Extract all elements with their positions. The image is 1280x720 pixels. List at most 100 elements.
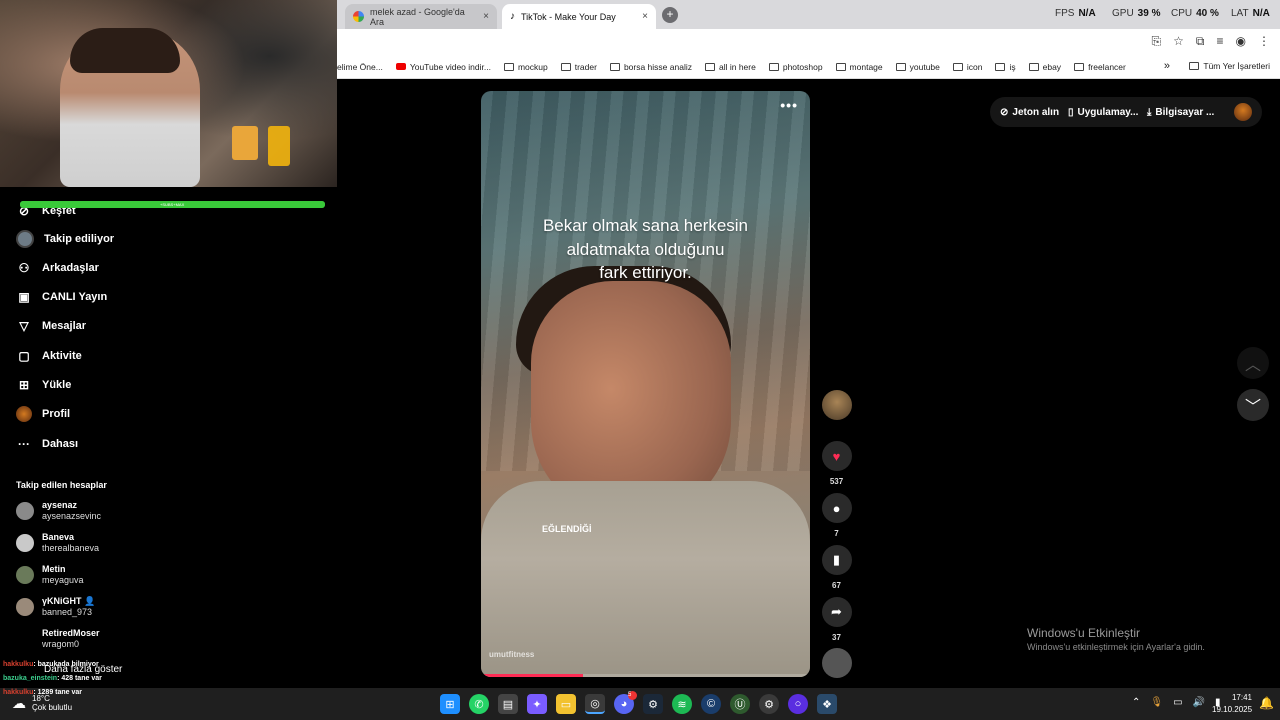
new-tab-button[interactable]: + [662,7,678,23]
bookmark-folder[interactable]: youtube [895,62,940,72]
network-icon[interactable]: ▭ [1173,697,1182,708]
avatar [16,598,34,616]
messages-icon: ▽ [19,319,29,333]
folder-icon [952,62,963,71]
comment-button[interactable]: ● 7 [821,493,852,538]
get-app-button[interactable]: ▯ Uygulamay... [1068,101,1138,123]
video-options-icon[interactable]: ••• [780,97,798,113]
store-icon[interactable]: ▤ [498,694,518,714]
coin-icon: ⊘ [1000,106,1009,118]
followed-account[interactable]: aysenaz aysenazsevinc [16,500,101,522]
bookmark-folder[interactable]: icon [952,62,982,72]
bookmark-folder[interactable]: photoshop [768,62,823,72]
bookmark-folder[interactable]: borsa hisse analiz [609,62,692,72]
next-video-button[interactable]: ﹀ [1237,389,1269,421]
nav-more[interactable]: ··· Dahası [16,436,78,452]
profile-avatar[interactable] [1234,103,1252,121]
followed-account[interactable]: Baneva therealbaneva [16,532,99,554]
bookmark-item[interactable]: elime Öne... [337,62,383,72]
nav-upload[interactable]: ⊞ Yükle [16,377,71,393]
system-clock[interactable]: 17:41 19.10.2025 [1212,692,1252,716]
friends-icon: ⚇ [18,261,30,275]
tab-google-search[interactable]: melek azad - Google'da Ara × [345,4,497,29]
tiktok-icon: ♪ [510,11,515,22]
media-control-icon[interactable]: ≡ [1217,34,1224,49]
notification-bell-icon[interactable]: 🔔 [1259,696,1274,710]
save-button[interactable]: ▮ 67 [821,545,852,590]
followed-account[interactable]: γKNiGHT 👤 banned_973 [16,596,95,618]
profile-icon [16,406,32,422]
folder-icon [1189,62,1200,70]
followed-account[interactable]: RetiredMoser wragom0 [16,628,100,650]
steam-icon[interactable]: ⚙ [643,694,663,714]
nav-live[interactable]: ▣ CANLI Yayın [16,289,107,305]
app-settings-icon[interactable]: ⚙ [759,694,779,714]
menu-icon[interactable]: ⋮ [1258,34,1270,49]
followed-accounts-title: Takip edilen hesaplar [16,480,107,490]
file-explorer-icon[interactable]: ▭ [556,694,576,714]
folder-icon [560,62,571,71]
video-player[interactable]: ••• Bekar olmak sana herkesin aldatmakta… [481,91,810,677]
save-count: 67 [832,581,841,590]
download-icon: ⤓ [1147,106,1152,118]
followed-account[interactable]: Metin meyaguva [16,564,84,586]
previous-video-button[interactable]: ︿ [1237,347,1269,379]
bookmark-star-icon[interactable]: ☆ [1173,34,1184,49]
nav-following[interactable]: Takip ediliyor [16,230,114,248]
avatar [16,566,34,584]
bookmark-folder[interactable]: iş [995,62,1016,72]
youtube-icon [395,63,406,70]
bookmark-folder[interactable]: freelancer [1074,62,1126,72]
whatsapp-icon[interactable]: ✆ [469,694,489,714]
bookmark-folder[interactable]: montage [835,62,883,72]
chrome-icon[interactable]: ◎ [585,694,605,714]
heart-icon: ♥ [821,441,852,471]
start-icon[interactable]: ⊞ [440,694,460,714]
copilot-icon[interactable]: ✦ [527,694,547,714]
google-icon [353,11,364,22]
microphone-icon[interactable]: 🎙 [1150,697,1163,708]
chat-message: hakkulku: 1289 tane var [3,689,83,696]
profile-icon[interactable]: ◉ [1236,34,1246,49]
close-tab-icon[interactable]: × [642,11,648,22]
cloud-icon: ☁ [12,694,26,711]
nav-profile[interactable]: Profil [16,406,70,422]
bookmark-folder[interactable]: trader [560,62,597,72]
close-tab-icon[interactable]: × [483,11,489,22]
video-progress-bar[interactable] [481,674,810,677]
bookmark-folder[interactable]: ebay [1028,62,1061,72]
tray-chevron-icon[interactable]: ⌃ [1132,697,1140,708]
app-circle-icon[interactable]: ○ [788,694,808,714]
nav-activity[interactable]: ▢ Aktivite [16,348,81,364]
app-grid-icon[interactable]: ❖ [817,694,837,714]
avatar [16,534,34,552]
spotify-icon[interactable]: ≋ [672,694,692,714]
like-button[interactable]: ♥ 537 [821,441,852,486]
bookmark-folder[interactable]: mockup [503,62,548,72]
discord-icon[interactable]: ◕ 5 [614,691,637,714]
creator-avatar[interactable] [822,390,852,420]
browser-tab-bar: melek azad - Google'da Ara × ♪ TikTok - … [337,0,1280,29]
live-icon: ▣ [18,290,30,304]
chat-message: bazuka_einstein: 428 tane var [3,675,102,682]
nav-messages[interactable]: ▽ Mesajlar [16,318,86,334]
perf-gpu: GPU 39 % [1112,8,1161,19]
tab-tiktok[interactable]: ♪ TikTok - Make Your Day × [502,4,656,29]
share-count: 37 [832,633,841,642]
get-coins-button[interactable]: ⊘ Jeton alın [1000,101,1059,123]
bookmark-folder[interactable]: all in here [704,62,756,72]
bookmark-item[interactable]: YouTube video indir... [395,62,491,72]
extensions-icon[interactable]: ⧉ [1196,34,1205,49]
desktop-app-button[interactable]: ⤓ Bilgisayar ... [1147,101,1214,123]
chat-message: hakkulku: bazukada bilmiyor [3,661,99,668]
share-button[interactable]: ➦ 37 [821,597,852,642]
nav-friends[interactable]: ⚇ Arkadaşlar [16,260,99,276]
install-app-icon[interactable]: ⎘ [1152,34,1162,49]
sound-button[interactable] [821,648,852,678]
more-bookmarks-icon[interactable]: » [1164,60,1170,72]
app-c-icon[interactable]: © [701,694,721,714]
weather-widget[interactable]: ☁ 18°C Çok bulutlu [12,694,72,712]
all-bookmarks[interactable]: Tüm Yer İşaretleri [1189,61,1270,71]
app-u-icon[interactable]: Ⓤ [730,694,750,714]
volume-icon[interactable]: 🔊 [1193,697,1205,708]
